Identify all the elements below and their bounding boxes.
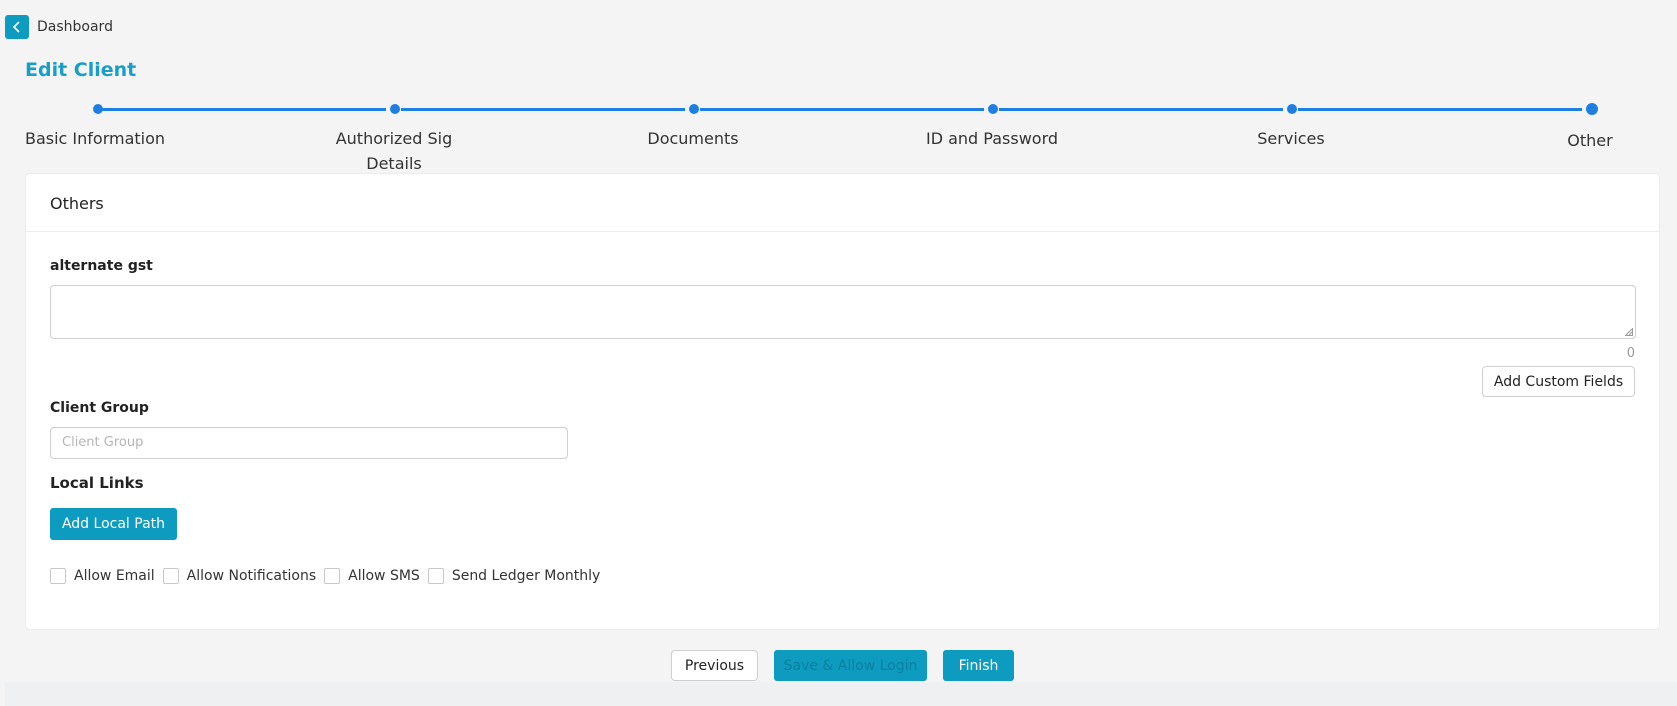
- alternate-gst-textarea[interactable]: [50, 285, 1636, 339]
- add-local-path-button[interactable]: Add Local Path: [50, 508, 177, 540]
- step-label-id-and-password[interactable]: ID and Password: [926, 126, 1058, 151]
- previous-button[interactable]: Previous: [671, 650, 758, 681]
- allow-notifications-label[interactable]: Allow Notifications: [187, 568, 316, 584]
- page-title: Edit Client: [25, 59, 137, 81]
- save-allow-login-button[interactable]: Save & Allow Login: [774, 650, 927, 681]
- step-connector: [999, 108, 1283, 111]
- step-connector: [1298, 108, 1582, 111]
- others-card: Others alternate gst 0 Add Custom Fields…: [25, 173, 1660, 630]
- step-label-authorized-sig-details[interactable]: Authorized Sig Details: [334, 126, 454, 176]
- step-dot[interactable]: [988, 104, 998, 114]
- notification-checkboxes: Allow Email Allow Notifications Allow SM…: [50, 568, 608, 584]
- chevron-left-icon: [11, 18, 23, 37]
- step-dot[interactable]: [1287, 104, 1297, 114]
- allow-notifications-checkbox[interactable]: [162, 568, 179, 584]
- client-group-label: Client Group: [50, 400, 149, 416]
- send-ledger-monthly-checkbox[interactable]: [427, 568, 444, 584]
- allow-email-option[interactable]: Allow Email: [50, 568, 155, 584]
- local-links-label: Local Links: [50, 474, 144, 492]
- allow-notifications-option[interactable]: Allow Notifications: [162, 568, 316, 584]
- send-ledger-monthly-option[interactable]: Send Ledger Monthly: [427, 568, 601, 584]
- step-connector: [102, 108, 386, 111]
- alternate-gst-label: alternate gst: [50, 258, 153, 274]
- bottom-strip: [5, 682, 1677, 706]
- allow-email-label[interactable]: Allow Email: [74, 568, 155, 584]
- breadcrumb-dashboard-link[interactable]: Dashboard: [37, 19, 113, 35]
- allow-email-checkbox[interactable]: [50, 568, 66, 584]
- allow-sms-checkbox[interactable]: [324, 568, 341, 584]
- client-group-input[interactable]: Client Group: [50, 427, 568, 459]
- step-dot[interactable]: [689, 104, 699, 114]
- back-button[interactable]: [5, 15, 29, 39]
- progress-stepper: Basic Information Authorized Sig Details…: [0, 100, 1677, 173]
- allow-sms-label[interactable]: Allow SMS: [348, 568, 420, 584]
- step-connector: [401, 108, 685, 111]
- breadcrumb: Dashboard: [5, 15, 113, 39]
- step-label-other[interactable]: Other: [1567, 128, 1612, 153]
- allow-sms-option[interactable]: Allow SMS: [324, 568, 420, 584]
- send-ledger-monthly-label[interactable]: Send Ledger Monthly: [452, 568, 601, 584]
- step-dot[interactable]: [93, 104, 103, 114]
- step-label-documents[interactable]: Documents: [647, 126, 738, 151]
- step-dot-active[interactable]: [1586, 103, 1598, 115]
- resize-grip-icon[interactable]: [1625, 328, 1633, 336]
- step-connector: [700, 108, 984, 111]
- card-title: Others: [26, 174, 1659, 232]
- finish-button[interactable]: Finish: [943, 650, 1014, 681]
- add-custom-fields-button[interactable]: Add Custom Fields: [1482, 366, 1635, 397]
- step-dot[interactable]: [390, 104, 400, 114]
- step-label-services[interactable]: Services: [1257, 126, 1324, 151]
- char-count: 0: [1626, 346, 1635, 361]
- step-label-basic-information[interactable]: Basic Information: [25, 126, 165, 151]
